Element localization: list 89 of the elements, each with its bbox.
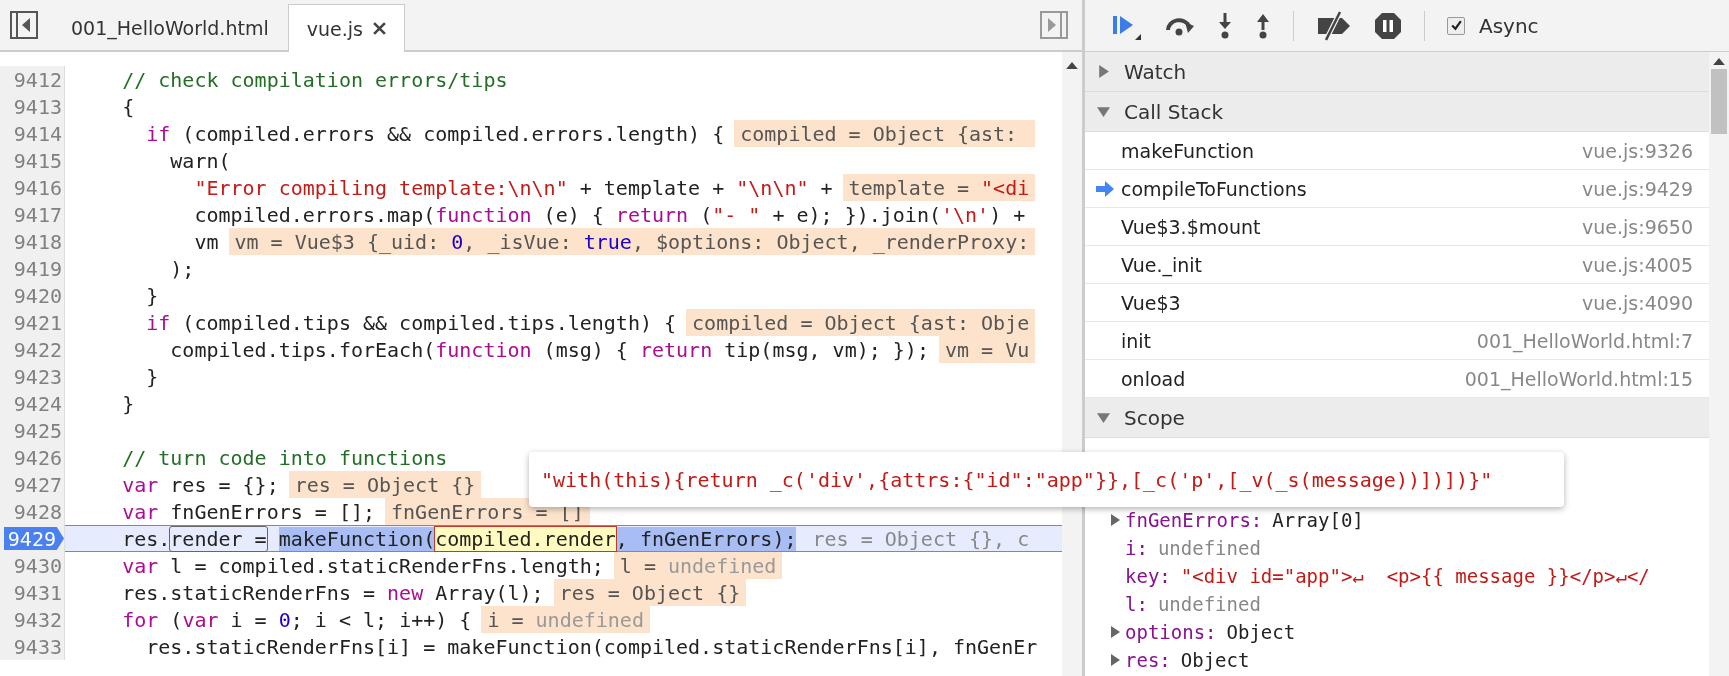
variable-value: "<div id="app">↵ <p>{{ message }}</p>↵</ (1180, 565, 1650, 587)
code-text: } (146, 364, 159, 389)
scroll-up-arrow-icon[interactable] (1066, 62, 1078, 69)
variable-name: key: (1125, 565, 1171, 587)
scroll-up-arrow-icon[interactable] (1713, 58, 1725, 65)
inline-value: res = Object {} (553, 579, 747, 606)
code-text: { (122, 94, 135, 119)
scrollbar-thumb[interactable] (1711, 69, 1727, 134)
variable-name: l: (1125, 593, 1148, 615)
code-text: res.staticRenderFns = new Array(l); (122, 580, 544, 605)
code-text: // turn code into functions (122, 445, 448, 470)
code-text: "Error compiling template:\n\n" + template + "\n\n" + (194, 175, 833, 200)
inline-value: res = Object {}, c (811, 525, 1031, 552)
expand-triangle-icon (1097, 411, 1110, 424)
step-into-icon[interactable] (1217, 11, 1233, 40)
call-stack-frame[interactable]: compileToFunctions vue.js:9429 (1085, 170, 1709, 208)
frame-name: makeFunction (1121, 139, 1255, 162)
code-text: } (122, 391, 135, 416)
code-text: if (compiled.errors && compiled.errors.length) { (146, 121, 725, 146)
expand-triangle-icon[interactable] (1109, 626, 1121, 638)
code-text: compiled.errors.map(function (e) { return ("- " + e); }).join('\n') + (194, 202, 1026, 227)
code-text: warn( (170, 148, 231, 173)
file-tab[interactable]: 001_HelloWorld.html (52, 4, 288, 50)
expand-triangle-icon (1097, 65, 1110, 78)
code-text: compiled.tips.forEach(function (msg) { return tip(msg, vm); }); (170, 337, 929, 362)
frame-location: vue.js:9326 (1582, 139, 1693, 162)
call-stack-frame[interactable]: makeFunction vue.js:9326 (1085, 132, 1709, 170)
code-text: } (146, 283, 159, 308)
value-tooltip: "with(this){return _c('div',{attrs:{"id":"app"}},[_c('p',[_v(_s(message))])])}" (529, 452, 1564, 507)
expand-triangle-icon (1097, 105, 1110, 118)
line-number[interactable]: 9429 (3, 527, 64, 550)
pause-on-exceptions-icon[interactable] (1374, 11, 1402, 40)
variable-value: Object (1180, 649, 1250, 671)
close-icon[interactable] (372, 22, 386, 35)
frame-name: Vue$3.$mount (1121, 215, 1262, 238)
check-icon (1449, 19, 1463, 32)
section-header[interactable]: Scope (1085, 398, 1709, 438)
frame-location: vue.js:4005 (1582, 253, 1693, 276)
checkbox[interactable] (1447, 16, 1465, 35)
inline-value: i = undefined (481, 606, 650, 633)
code-text: var fnGenErrors = []; (122, 499, 376, 524)
code-text: var l = compiled.staticRenderFns.length; (122, 553, 604, 578)
code-text: res.staticRenderFns[i] = makeFunction(compiled.staticRenderFns[i], fnGenEr (146, 634, 1038, 659)
variable-name: i: (1125, 537, 1148, 559)
file-tab[interactable]: vue.js (287, 4, 405, 52)
inline-value: compiled = Object {ast: (734, 120, 1036, 147)
variable-name: options: (1125, 621, 1217, 643)
code-text: for (var i = 0; i < l; i++) { (122, 607, 472, 632)
frame-location: 001_HelloWorld.html:15 (1464, 367, 1693, 390)
inline-value: template = "<di (842, 174, 1036, 201)
frame-name: compileToFunctions (1121, 177, 1308, 200)
variable-name: fnGenErrors: (1125, 509, 1263, 531)
frame-location: vue.js:9429 (1582, 177, 1693, 200)
checkbox-label[interactable]: Async (1479, 13, 1539, 38)
inline-value: vm = Vue$3 {_uid: 0, _isVue: true, $options: Object, _renderProxy: (228, 228, 1036, 255)
variable-name: res: (1125, 649, 1171, 671)
call-stack-frame[interactable]: Vue$3 vue.js:4090 (1085, 284, 1709, 322)
navigator-toggle-icon[interactable] (10, 11, 38, 39)
code-text: res.render = makeFunction(compiled.render, fnGenErrors); (122, 526, 797, 551)
frame-location: vue.js:4090 (1582, 291, 1693, 314)
frame-name: init (1121, 329, 1153, 352)
code-text: // check compilation errors/tips (122, 67, 508, 92)
inline-value: compiled = Object {ast: Obje (686, 309, 1036, 336)
code-text: var res = {}; (122, 472, 279, 497)
inline-value: vm = Vu (938, 336, 1036, 363)
variable-value: Array[0] (1272, 509, 1364, 531)
frame-location: vue.js:9650 (1582, 215, 1693, 238)
section-header[interactable]: Call Stack (1085, 92, 1709, 132)
call-stack-frame[interactable]: Vue$3.$mount vue.js:9650 (1085, 208, 1709, 246)
section-header[interactable]: Watch (1085, 52, 1709, 92)
debugger-toggle-icon[interactable] (1040, 11, 1068, 39)
code-text: vm (194, 229, 219, 254)
inline-value: l = undefined (613, 552, 783, 579)
variable-value: undefined (1157, 593, 1261, 615)
code-text: if (compiled.tips && compiled.tips.length) { (146, 310, 677, 335)
deactivate-breakpoints-icon[interactable] (1316, 9, 1352, 42)
scrollbar[interactable] (1709, 52, 1729, 676)
call-stack-frame[interactable]: Vue._init vue.js:4005 (1085, 246, 1709, 284)
code-text: ); (170, 256, 195, 281)
expand-triangle-icon[interactable] (1109, 514, 1121, 526)
variable-value: undefined (1157, 537, 1261, 559)
call-stack-frame[interactable]: init 001_HelloWorld.html:7 (1085, 322, 1709, 360)
frame-name: Vue$3 (1121, 291, 1182, 314)
expand-triangle-icon[interactable] (1109, 654, 1121, 666)
frame-location: 001_HelloWorld.html:7 (1476, 329, 1693, 352)
variable-value: Object (1226, 621, 1296, 643)
frame-name: Vue._init (1121, 253, 1204, 276)
inline-value: res = Object {} (288, 471, 482, 498)
frame-name: onload (1121, 367, 1187, 390)
